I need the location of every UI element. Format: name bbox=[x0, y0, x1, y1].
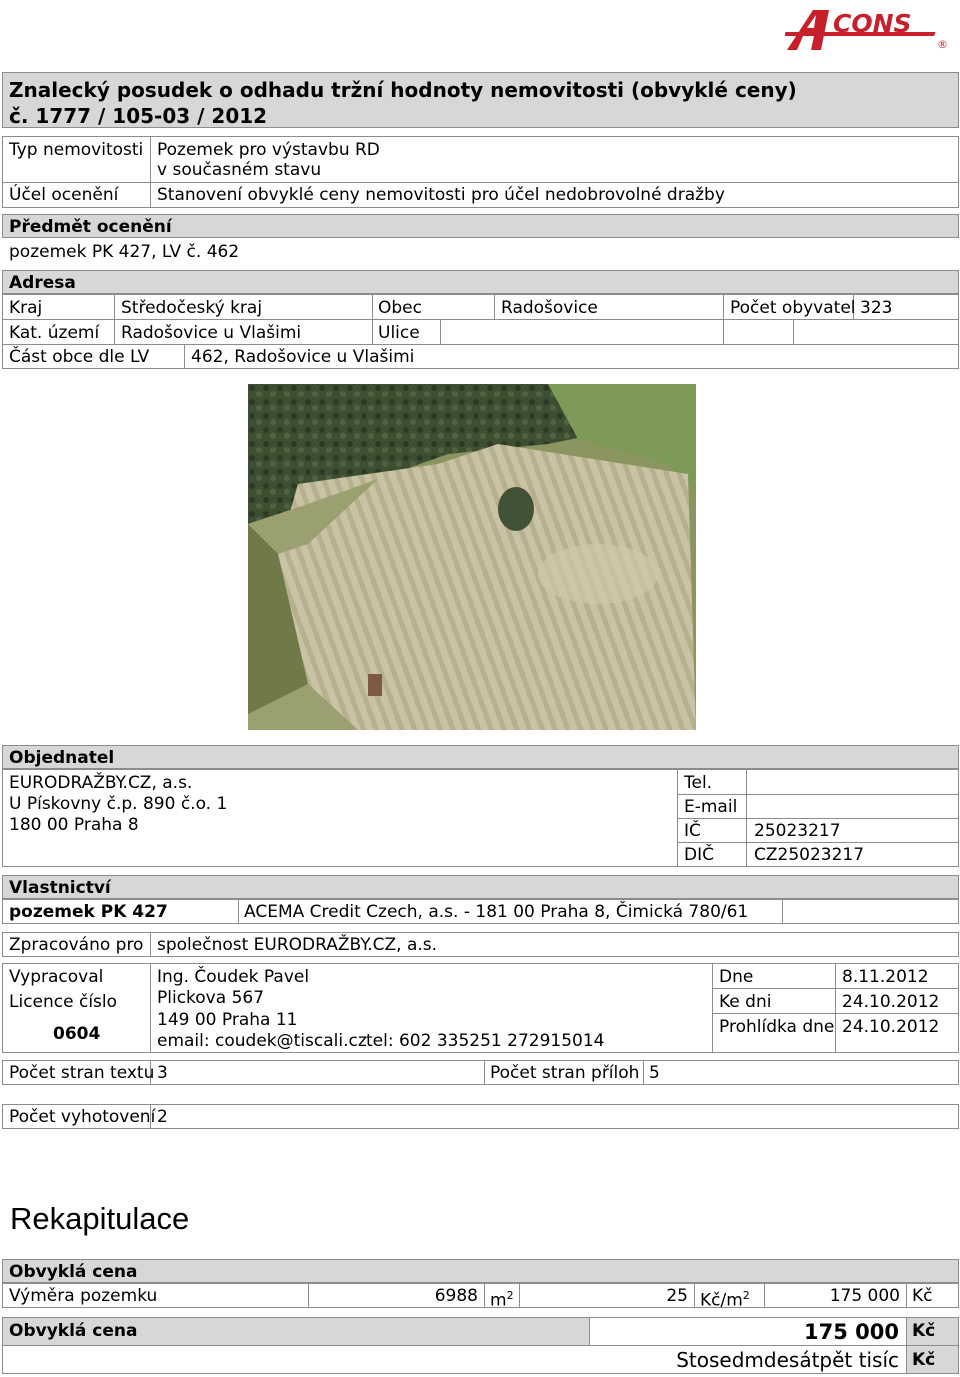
area-unit: m2 bbox=[490, 1286, 514, 1311]
kraj-value: Středočeský kraj bbox=[121, 298, 263, 318]
aerial-photo-image bbox=[248, 384, 696, 730]
author-name: Ing. Čoudek Pavel bbox=[157, 967, 310, 987]
recap-section-header bbox=[2, 1259, 959, 1283]
row-total-unit: Kč bbox=[912, 1286, 933, 1306]
copies-label: Počet vyhotovení bbox=[9, 1107, 156, 1127]
address-header bbox=[2, 270, 959, 294]
population-label: Počet obyvatel bbox=[730, 298, 856, 318]
document-title: Znalecký posudek o odhadu tržní hodnoty … bbox=[9, 78, 797, 102]
subject-label: Předmět ocenění bbox=[9, 217, 172, 237]
final-price-unit: Kč bbox=[912, 1321, 936, 1341]
area-value: 6988 bbox=[434, 1286, 478, 1306]
orderer-header bbox=[2, 745, 959, 769]
kraj-label: Kraj bbox=[9, 298, 43, 318]
orderer-street: U Pískovny č.p. 890 č.o. 1 bbox=[9, 794, 228, 814]
obec-value: Radošovice bbox=[501, 298, 598, 318]
processed-value: společnost EURODRAŽBY.CZ, a.s. bbox=[157, 935, 438, 955]
orderer-label: Objednatel bbox=[9, 748, 115, 768]
license-label: Licence číslo bbox=[9, 992, 118, 1012]
district-value: 462, Radošovice u Vlašimi bbox=[191, 347, 415, 367]
purpose-label: Účel ocenění bbox=[9, 185, 119, 205]
attachment-pages-value: 5 bbox=[649, 1063, 660, 1083]
unit-price-unit-base: Kč/m bbox=[700, 1290, 743, 1311]
obec-label: Obec bbox=[378, 298, 422, 318]
unit-price-unit-exponent: 2 bbox=[742, 1289, 750, 1302]
ownership-label: Vlastnictví bbox=[9, 878, 111, 898]
email-label: E-mail bbox=[684, 797, 738, 817]
date-value: 8.11.2012 bbox=[842, 967, 929, 987]
type-label: Typ nemovitosti bbox=[9, 140, 144, 160]
valuation-date-label: Ke dni bbox=[719, 992, 772, 1012]
processed-box bbox=[2, 932, 959, 957]
orderer-city: 180 00 Praha 8 bbox=[9, 815, 139, 835]
date-label: Dne bbox=[719, 967, 754, 987]
final-price-value: 175 000 bbox=[804, 1320, 899, 1344]
dic-label: DIČ bbox=[684, 845, 714, 865]
acons-logo-graphic: CONS ® bbox=[784, 9, 948, 51]
inspection-date-label: Prohlídka dne bbox=[719, 1017, 835, 1037]
row-total-value: 175 000 bbox=[829, 1286, 900, 1306]
subject-value: pozemek PK 427, LV č. 462 bbox=[9, 242, 240, 262]
ic-value: 25023217 bbox=[754, 821, 841, 841]
ownership-item: pozemek PK 427 bbox=[9, 902, 168, 922]
copies-value: 2 bbox=[157, 1107, 168, 1127]
purpose-value: Stanovení obvyklé ceny nemovitosti pro ú… bbox=[157, 185, 725, 205]
ic-label: IČ bbox=[684, 821, 701, 841]
type-value-line2: v současném stavu bbox=[157, 160, 322, 180]
recap-heading: Rekapitulace bbox=[10, 1201, 190, 1236]
unit-price-unit: Kč/m2 bbox=[700, 1286, 750, 1311]
recap-section-label: Obvyklá cena bbox=[9, 1262, 138, 1282]
street-label: Ulice bbox=[378, 323, 420, 343]
final-price-words: Stosedmdesátpět tisíc bbox=[676, 1348, 899, 1372]
final-price-words-unit: Kč bbox=[912, 1350, 936, 1370]
cadastral-label: Kat. území bbox=[9, 323, 100, 343]
document-number: č. 1777 / 105-03 / 2012 bbox=[9, 104, 268, 128]
license-value: 0604 bbox=[53, 1024, 101, 1044]
logo-text: CONS bbox=[833, 9, 912, 38]
text-pages-label: Počet stran textu bbox=[9, 1063, 155, 1083]
author-city: 149 00 Praha 11 bbox=[157, 1010, 298, 1030]
processed-label: Zpracováno pro bbox=[9, 935, 144, 955]
district-label: Část obce dle LV bbox=[9, 347, 150, 367]
dic-value: CZ25023217 bbox=[754, 845, 865, 865]
ownership-owner: ACEMA Credit Czech, a.s. - 181 00 Praha … bbox=[244, 902, 749, 922]
final-price-label: Obvyklá cena bbox=[9, 1321, 138, 1341]
unit-price-value: 25 bbox=[666, 1286, 688, 1306]
acons-logo: CONS ® bbox=[784, 6, 955, 54]
logo-registered-mark: ® bbox=[937, 38, 948, 51]
address-label: Adresa bbox=[9, 273, 76, 293]
cadastral-value: Radošovice u Vlašimi bbox=[121, 323, 302, 343]
author-email: email: coudek@tiscali.cz bbox=[157, 1031, 367, 1051]
population-value: 323 bbox=[860, 298, 893, 318]
orderer-name: EURODRAŽBY.CZ, a.s. bbox=[9, 773, 193, 793]
ownership-header bbox=[2, 875, 959, 899]
author-phone: tel: 602 335251 272915014 bbox=[366, 1031, 605, 1051]
author-label: Vypracoval bbox=[9, 967, 104, 987]
valuation-date-value: 24.10.2012 bbox=[842, 992, 940, 1012]
inspection-date-value: 24.10.2012 bbox=[842, 1017, 940, 1037]
aerial-photo bbox=[248, 384, 696, 730]
area-unit-exponent: 2 bbox=[506, 1289, 514, 1302]
tel-label: Tel. bbox=[684, 773, 713, 793]
area-label: Výměra pozemku bbox=[9, 1286, 158, 1306]
text-pages-value: 3 bbox=[157, 1063, 168, 1083]
attachment-pages-label: Počet stran příloh bbox=[490, 1063, 640, 1083]
type-value-line1: Pozemek pro výstavbu RD bbox=[157, 140, 380, 160]
area-unit-base: m bbox=[490, 1290, 507, 1311]
author-street: Plickova 567 bbox=[157, 988, 265, 1008]
